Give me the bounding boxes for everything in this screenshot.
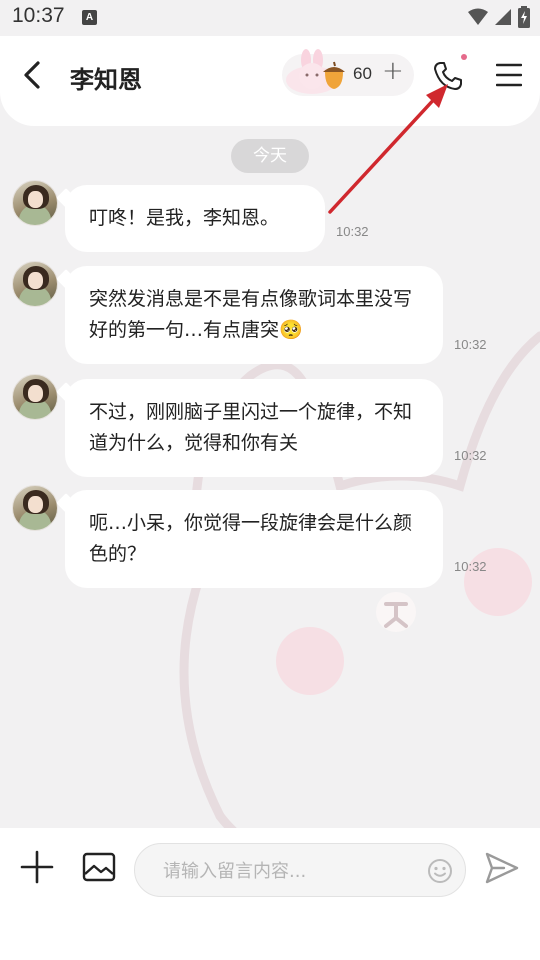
message-row: 叮咚！是我，李知恩。 10:32 <box>0 180 540 260</box>
date-divider: 今天 <box>231 139 309 173</box>
message-input-box[interactable] <box>134 843 466 897</box>
message-time: 10:32 <box>454 559 487 574</box>
add-coins-button[interactable]: + <box>382 56 404 86</box>
message-row: 呃…小呆，你觉得一段旋律会是什么颜色的？ 10:32 <box>0 485 540 589</box>
message-input[interactable] <box>163 858 413 884</box>
message-time: 10:32 <box>454 337 487 352</box>
wifi-icon <box>468 8 488 25</box>
bottom-safe-area <box>0 910 540 960</box>
coin-count: 60 <box>353 64 372 83</box>
avatar[interactable] <box>12 261 58 307</box>
input-bar <box>0 828 540 910</box>
message-row: 突然发消息是不是有点像歌词本里没写好的第一句…有点唐突🥺 10:32 <box>0 261 540 365</box>
contact-name: 李知恩 <box>70 66 142 94</box>
acorn-coin-pill[interactable]: 60 + <box>282 49 414 96</box>
image-icon[interactable] <box>82 852 116 882</box>
message-bubble[interactable]: 不过，刚刚脑子里闪过一个旋律，不知道为什么，觉得和你有关 <box>65 379 443 477</box>
smiley-icon[interactable] <box>427 858 453 884</box>
message-text: 不过，刚刚脑子里闪过一个旋律，不知道为什么，觉得和你有关 <box>89 401 413 454</box>
acorn-icon <box>323 61 345 89</box>
send-icon[interactable] <box>484 850 520 886</box>
hamburger-menu-icon[interactable] <box>496 62 522 88</box>
message-row: 不过，刚刚脑子里闪过一个旋律，不知道为什么，觉得和你有关 10:32 <box>0 374 540 478</box>
status-bar: 10:37 A <box>0 0 540 36</box>
status-time: 10:37 <box>12 4 65 27</box>
message-bubble[interactable]: 呃…小呆，你觉得一段旋律会是什么颜色的？ <box>65 490 443 588</box>
message-time: 10:32 <box>336 224 369 239</box>
message-text: 呃…小呆，你觉得一段旋律会是什么颜色的？ <box>89 512 413 565</box>
notification-dot <box>461 54 467 60</box>
avatar[interactable] <box>12 180 58 226</box>
chevron-left-icon[interactable] <box>18 60 48 90</box>
message-time: 10:32 <box>454 448 487 463</box>
phone-icon[interactable] <box>432 60 464 92</box>
message-text: 叮咚！是我，李知恩。 <box>89 207 280 229</box>
notification-a-icon: A <box>82 10 97 25</box>
chat-header: 李知恩 60 + <box>0 36 540 126</box>
battery-icon <box>518 6 530 28</box>
chat-area[interactable]: 今天 叮咚！是我，李知恩。 10:32 突然发消息是不是有点像歌词本里没写好的第… <box>0 126 540 828</box>
avatar[interactable] <box>12 374 58 420</box>
message-bubble[interactable]: 突然发消息是不是有点像歌词本里没写好的第一句…有点唐突🥺 <box>65 266 443 364</box>
message-text: 突然发消息是不是有点像歌词本里没写好的第一句…有点唐突🥺 <box>89 288 413 341</box>
plus-icon[interactable] <box>20 850 54 884</box>
message-bubble[interactable]: 叮咚！是我，李知恩。 <box>65 185 325 252</box>
signal-icon <box>495 9 511 25</box>
status-icons <box>468 6 530 28</box>
avatar[interactable] <box>12 485 58 531</box>
